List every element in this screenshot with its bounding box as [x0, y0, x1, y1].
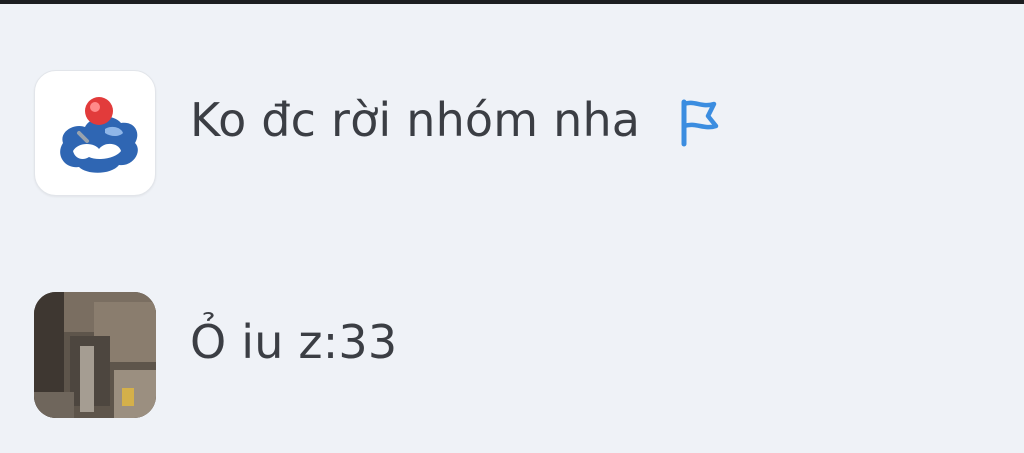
photo-avatar-image — [34, 292, 156, 418]
conversation-name: Ko đc rời nhóm nha — [190, 93, 641, 147]
conversation-name: Ỏ iu z:33 — [190, 315, 398, 369]
conversation-title: Ỏ iu z:33 — [190, 314, 397, 370]
conversation-list: Ko đc rời nhóm nha Ỏ iu z:33 — [0, 4, 1024, 453]
flag-icon — [676, 98, 724, 148]
conversation-item[interactable]: Ỏ iu z:33 — [0, 292, 1024, 422]
group-avatar — [34, 70, 156, 196]
group-logo-icon — [60, 97, 138, 173]
photo-avatar — [34, 292, 156, 418]
conversation-title: Ko đc rời nhóm nha — [190, 92, 724, 148]
conversation-item[interactable]: Ko đc rời nhóm nha — [0, 70, 1024, 200]
